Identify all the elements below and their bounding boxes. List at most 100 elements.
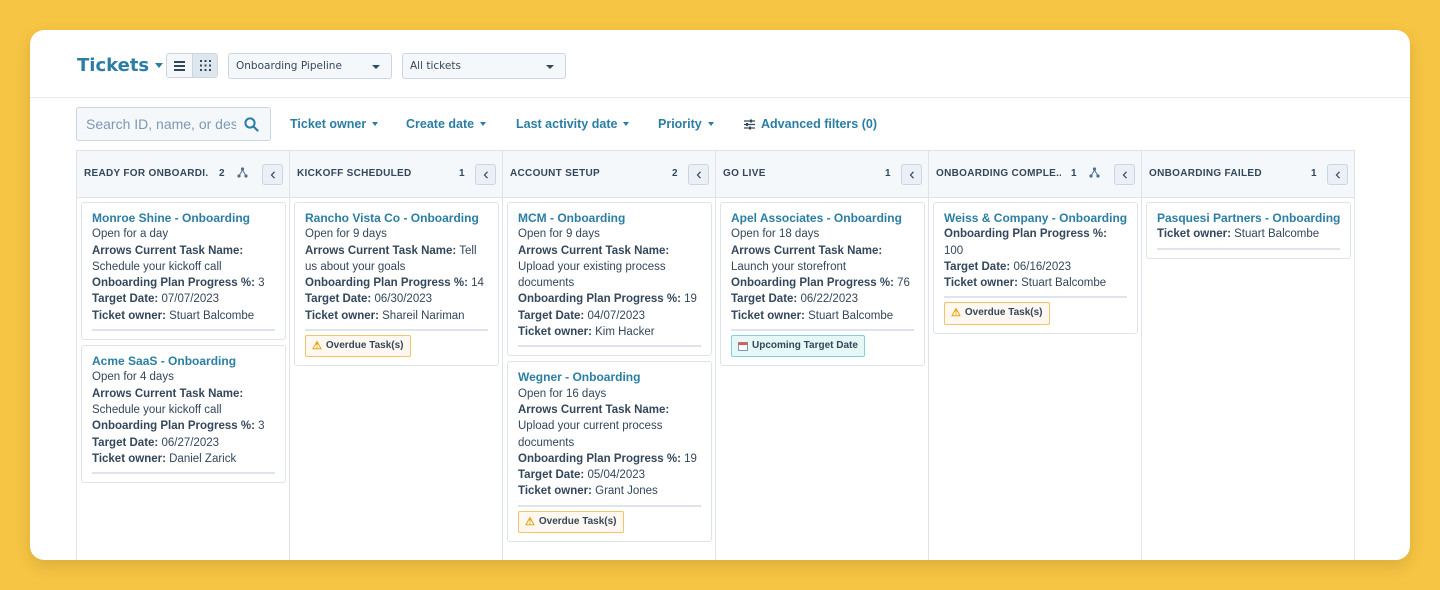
ticket-title-link[interactable]: Weiss & Company - Onboarding <box>944 210 1127 226</box>
search-input[interactable] <box>86 116 236 132</box>
ticket-title-link[interactable]: Pasquesi Partners - Onboarding <box>1157 210 1340 226</box>
ticket-title-link[interactable]: Acme SaaS - Onboarding <box>92 353 275 369</box>
view-select-value: All tickets <box>410 60 461 72</box>
field-value: 76 <box>897 277 910 290</box>
field-label: Arrows Current Task Name: <box>92 244 244 257</box>
filter-label: Priority <box>658 117 702 131</box>
create-date-filter[interactable]: Create date <box>406 117 487 131</box>
field-label: Ticket owner: <box>518 485 592 498</box>
column-name: GO LIVE <box>723 168 766 179</box>
collapse-column-button[interactable] <box>688 164 709 185</box>
header-bar: Tickets Onboarding Pipeline All tickets <box>30 30 1410 98</box>
ticket-title-link[interactable]: Rancho Vista Co - Onboarding <box>305 210 488 226</box>
workflow-icon[interactable] <box>237 167 248 178</box>
priority-filter[interactable]: Priority <box>658 117 714 131</box>
collapse-column-button[interactable] <box>1114 164 1135 185</box>
ticket-title-link[interactable]: Monroe Shine - Onboarding <box>92 210 275 226</box>
field-label: Ticket owner: <box>1157 228 1231 241</box>
field-label: Arrows Current Task Name: <box>92 387 244 400</box>
field-label: Ticket owner: <box>305 309 379 322</box>
chevron-down-icon <box>372 65 380 69</box>
field-label: Onboarding Plan Progress %: <box>944 228 1107 241</box>
chevron-left-icon <box>483 170 488 179</box>
ticket-card[interactable]: MCM - Onboarding Open for 9 days Arrows … <box>507 202 712 357</box>
overdue-tag[interactable]: ⚠ Overdue Task(s) <box>518 510 624 534</box>
caret-down-icon <box>155 63 164 68</box>
tickets-title-dropdown[interactable]: Tickets <box>77 55 164 76</box>
workflow-icon[interactable] <box>1089 167 1100 178</box>
card-divider <box>731 329 914 332</box>
ticket-title-link[interactable]: Apel Associates - Onboarding <box>731 210 914 226</box>
field-label: Onboarding Plan Progress %: <box>731 277 894 290</box>
upcoming-target-date-tag[interactable]: Upcoming Target Date <box>731 335 865 358</box>
ticket-card[interactable]: Acme SaaS - Onboarding Open for 4 days A… <box>81 345 286 484</box>
column-header: ONBOARDING COMPLE... 1 <box>929 150 1141 198</box>
card-divider <box>944 296 1127 299</box>
caret-down-icon <box>372 122 379 126</box>
column-header: ONBOARDING FAILED 1 <box>1142 150 1354 198</box>
last-activity-date-filter[interactable]: Last activity date <box>516 117 630 131</box>
board-column: ONBOARDING COMPLE... 1 Weiss & Company -… <box>929 150 1142 560</box>
open-duration: Open for 9 days <box>518 228 600 241</box>
advanced-filters-button[interactable]: Advanced filters (0) <box>744 117 877 131</box>
field-value: Stuart Balcombe <box>1021 277 1107 290</box>
kanban-board: READY FOR ONBOARDI... 2 Monroe Shine - O… <box>76 150 1356 560</box>
view-toggle <box>166 53 218 78</box>
tag-label: Overdue Task(s) <box>964 307 1043 319</box>
field-value: Daniel Zarick <box>169 452 237 465</box>
board-column: READY FOR ONBOARDI... 2 Monroe Shine - O… <box>77 150 290 560</box>
column-header: KICKOFF SCHEDULED 1 <box>290 150 502 198</box>
sliders-icon <box>744 119 755 129</box>
warning-icon: ⚠ <box>951 307 961 320</box>
filter-label: Ticket owner <box>290 117 367 131</box>
field-label: Target Date: <box>518 469 585 482</box>
field-label: Onboarding Plan Progress %: <box>92 420 255 433</box>
caret-down-icon <box>707 122 714 126</box>
field-label: Ticket owner: <box>518 326 592 339</box>
field-value: Kim Hacker <box>595 326 655 339</box>
field-value: 19 <box>684 452 697 465</box>
field-value: 3 <box>258 420 265 433</box>
ticket-card[interactable]: Monroe Shine - Onboarding Open for a day… <box>81 202 286 341</box>
column-header: GO LIVE 1 <box>716 150 928 198</box>
ticket-card[interactable]: Weiss & Company - Onboarding Onboarding … <box>933 202 1138 334</box>
caret-down-icon <box>480 122 487 126</box>
field-value: 14 <box>471 277 484 290</box>
ticket-card[interactable]: Rancho Vista Co - Onboarding Open for 9 … <box>294 202 499 367</box>
board-view-button[interactable] <box>192 54 217 77</box>
pipeline-select[interactable]: Onboarding Pipeline <box>228 53 392 79</box>
collapse-column-button[interactable] <box>1327 164 1348 185</box>
collapse-column-button[interactable] <box>901 164 922 185</box>
field-label: Target Date: <box>92 436 159 449</box>
field-label: Ticket owner: <box>944 277 1018 290</box>
collapse-column-button[interactable] <box>475 164 496 185</box>
field-value: Upload your existing process documents <box>518 260 666 290</box>
field-value: 06/22/2023 <box>800 293 859 306</box>
overdue-tag[interactable]: ⚠ Overdue Task(s) <box>944 302 1050 325</box>
open-duration: Open for 4 days <box>92 371 174 384</box>
search-icon[interactable] <box>244 117 259 132</box>
ticket-title-link[interactable]: Wegner - Onboarding <box>518 369 701 385</box>
card-divider <box>518 345 701 348</box>
list-view-button[interactable] <box>167 54 192 77</box>
tag-label: Upcoming Target Date <box>752 340 858 352</box>
ticket-owner-filter[interactable]: Ticket owner <box>290 117 379 131</box>
field-label: Onboarding Plan Progress %: <box>518 452 681 465</box>
ticket-card[interactable]: Apel Associates - Onboarding Open for 18… <box>720 202 925 367</box>
column-name: KICKOFF SCHEDULED <box>297 168 412 179</box>
overdue-tag[interactable]: ⚠ Overdue Task(s) <box>305 335 411 358</box>
ticket-title-link[interactable]: MCM - Onboarding <box>518 210 701 226</box>
field-label: Arrows Current Task Name: <box>305 244 457 257</box>
page-title: Tickets <box>77 55 150 76</box>
view-select[interactable]: All tickets <box>402 53 566 79</box>
collapse-column-button[interactable] <box>262 164 283 185</box>
field-value: Schedule your kickoff call <box>92 403 222 416</box>
field-label: Target Date: <box>518 309 585 322</box>
ticket-card[interactable]: Wegner - Onboarding Open for 16 days Arr… <box>507 361 712 543</box>
field-value: Stuart Balcombe <box>808 309 894 322</box>
ticket-card[interactable]: Pasquesi Partners - Onboarding Ticket ow… <box>1146 202 1351 259</box>
field-label: Arrows Current Task Name: <box>731 244 883 257</box>
column-name: READY FOR ONBOARDI... <box>84 168 209 179</box>
column-count: 2 <box>672 168 678 179</box>
caret-down-icon <box>623 122 630 126</box>
